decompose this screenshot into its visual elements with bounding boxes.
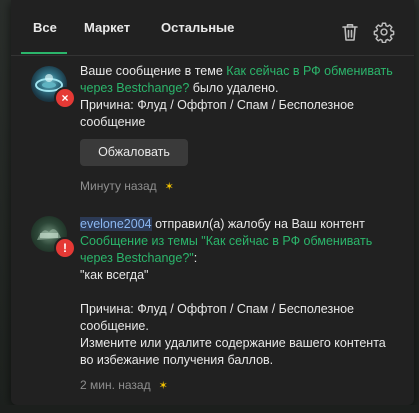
star-icon: ✶ bbox=[158, 380, 168, 392]
advice-text: Измените или удалите содержание вашего к… bbox=[80, 336, 386, 367]
notification-text-after-user: отправил(а) жалобу на Ваш контент bbox=[151, 217, 365, 231]
reason-text: Причина: Флуд / Оффтоп / Спам / Бесполез… bbox=[80, 98, 355, 129]
notifications-panel: Все Маркет Остальные × Ваше сообщение в … bbox=[11, 0, 414, 405]
tab-all[interactable]: Все bbox=[33, 20, 57, 35]
deleted-badge-icon: × bbox=[54, 87, 76, 109]
active-tab-indicator bbox=[21, 52, 67, 54]
link-colon: : bbox=[193, 251, 198, 265]
tabs-bar: Все Маркет Остальные bbox=[11, 0, 414, 56]
tab-other[interactable]: Остальные bbox=[161, 20, 234, 35]
timestamp-text: 2 мин. назад bbox=[80, 378, 151, 392]
quote-text: "как всегда" bbox=[80, 268, 149, 282]
notification-text: Ваше сообщение в теме Как сейчас в РФ об… bbox=[80, 63, 400, 131]
message-link[interactable]: Сообщение из темы "Как сейчас в РФ обмен… bbox=[80, 234, 372, 265]
notification-text: evelone2004 отправил(а) жалобу на Ваш ко… bbox=[80, 216, 400, 369]
reason-text: Причина: Флуд / Оффтоп / Спам / Бесполез… bbox=[80, 302, 355, 333]
timestamp-text: Минуту назад bbox=[80, 179, 157, 193]
user-link[interactable]: evelone2004 bbox=[80, 217, 152, 231]
star-icon: ✶ bbox=[164, 181, 174, 193]
page-background-strip bbox=[0, 405, 419, 413]
trash-icon[interactable] bbox=[339, 21, 361, 43]
warning-badge-icon: ! bbox=[54, 237, 76, 259]
notification-text-before: Ваше сообщение в теме bbox=[80, 64, 227, 78]
tab-market[interactable]: Маркет bbox=[84, 20, 130, 35]
notification-text-after: было удалено. bbox=[189, 81, 279, 95]
gear-icon[interactable] bbox=[373, 21, 395, 44]
timestamp: Минуту назад ✶ bbox=[80, 179, 174, 193]
appeal-button[interactable]: Обжаловать bbox=[80, 139, 188, 166]
timestamp: 2 мин. назад ✶ bbox=[80, 378, 168, 392]
